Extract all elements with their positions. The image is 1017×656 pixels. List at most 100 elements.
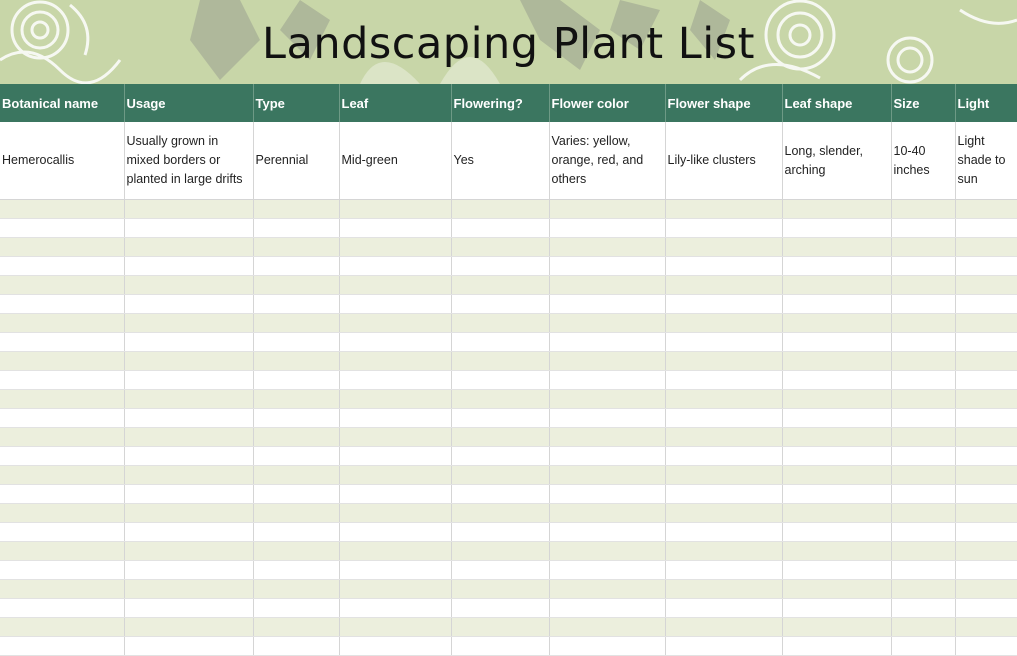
empty-table-cell[interactable] [665,484,783,504]
empty-table-cell[interactable] [124,446,254,466]
empty-table-cell[interactable] [0,579,125,599]
empty-table-cell[interactable] [549,332,666,352]
empty-table-cell[interactable] [665,427,783,447]
column-header[interactable]: Usage [124,84,254,122]
empty-table-cell[interactable] [549,313,666,333]
column-header[interactable]: Leaf [339,84,452,122]
empty-table-cell[interactable] [665,294,783,314]
empty-table-cell[interactable] [0,427,125,447]
empty-table-cell[interactable] [955,275,1017,295]
empty-table-cell[interactable] [891,218,956,238]
empty-table-cell[interactable] [0,522,125,542]
empty-table-cell[interactable] [253,636,340,656]
empty-table-cell[interactable] [0,199,125,219]
empty-table-cell[interactable] [782,541,892,561]
empty-table-cell[interactable] [665,389,783,409]
empty-table-cell[interactable] [549,218,666,238]
empty-table-cell[interactable] [339,389,452,409]
empty-table-cell[interactable] [124,408,254,428]
empty-table-cell[interactable] [339,465,452,485]
empty-table-cell[interactable] [0,560,125,580]
empty-table-cell[interactable] [782,484,892,504]
table-cell[interactable]: Long, slender, arching [782,122,892,200]
empty-table-cell[interactable] [665,218,783,238]
empty-table-cell[interactable] [253,446,340,466]
empty-table-cell[interactable] [891,370,956,390]
empty-table-cell[interactable] [339,541,452,561]
empty-table-cell[interactable] [955,579,1017,599]
empty-table-cell[interactable] [782,598,892,618]
empty-table-cell[interactable] [665,579,783,599]
empty-table-cell[interactable] [782,636,892,656]
empty-table-cell[interactable] [955,256,1017,276]
empty-table-cell[interactable] [124,332,254,352]
empty-table-cell[interactable] [665,256,783,276]
empty-table-cell[interactable] [124,617,254,637]
empty-table-cell[interactable] [0,275,125,295]
empty-table-cell[interactable] [782,446,892,466]
empty-table-cell[interactable] [124,579,254,599]
empty-table-cell[interactable] [451,294,550,314]
empty-table-cell[interactable] [782,351,892,371]
empty-table-cell[interactable] [253,598,340,618]
empty-table-cell[interactable] [0,218,125,238]
empty-table-cell[interactable] [665,617,783,637]
empty-table-cell[interactable] [549,541,666,561]
empty-table-cell[interactable] [549,522,666,542]
empty-table-cell[interactable] [253,332,340,352]
empty-table-cell[interactable] [549,370,666,390]
empty-table-cell[interactable] [782,579,892,599]
empty-table-cell[interactable] [665,332,783,352]
empty-table-cell[interactable] [124,560,254,580]
empty-table-cell[interactable] [665,275,783,295]
empty-table-cell[interactable] [124,256,254,276]
empty-table-cell[interactable] [549,579,666,599]
empty-table-cell[interactable] [253,218,340,238]
table-cell[interactable]: Varies: yellow, orange, red, and others [549,122,666,200]
empty-table-cell[interactable] [124,275,254,295]
empty-table-cell[interactable] [339,294,452,314]
empty-table-cell[interactable] [339,522,452,542]
empty-table-cell[interactable] [0,256,125,276]
empty-table-cell[interactable] [665,408,783,428]
empty-table-cell[interactable] [955,522,1017,542]
empty-table-cell[interactable] [451,389,550,409]
empty-table-cell[interactable] [782,465,892,485]
empty-table-cell[interactable] [665,351,783,371]
empty-table-cell[interactable] [0,237,125,257]
empty-table-cell[interactable] [549,389,666,409]
empty-table-cell[interactable] [124,389,254,409]
empty-table-cell[interactable] [891,560,956,580]
table-cell[interactable]: Perennial [253,122,340,200]
empty-table-cell[interactable] [891,636,956,656]
empty-table-cell[interactable] [782,522,892,542]
empty-table-cell[interactable] [451,636,550,656]
table-cell[interactable]: Lily-like clusters [665,122,783,200]
empty-table-cell[interactable] [339,446,452,466]
empty-table-cell[interactable] [253,465,340,485]
empty-table-cell[interactable] [891,332,956,352]
empty-table-cell[interactable] [782,275,892,295]
empty-table-cell[interactable] [891,503,956,523]
empty-table-cell[interactable] [665,446,783,466]
empty-table-cell[interactable] [955,370,1017,390]
empty-table-cell[interactable] [253,294,340,314]
empty-table-cell[interactable] [955,351,1017,371]
empty-table-cell[interactable] [124,522,254,542]
empty-table-cell[interactable] [549,275,666,295]
empty-table-cell[interactable] [891,446,956,466]
empty-table-cell[interactable] [891,389,956,409]
empty-table-cell[interactable] [0,484,125,504]
empty-table-cell[interactable] [339,275,452,295]
empty-table-cell[interactable] [955,199,1017,219]
empty-table-cell[interactable] [253,522,340,542]
empty-table-cell[interactable] [549,294,666,314]
empty-table-cell[interactable] [451,237,550,257]
table-cell[interactable]: Light shade to sun [955,122,1017,200]
empty-table-cell[interactable] [955,389,1017,409]
empty-table-cell[interactable] [124,598,254,618]
empty-table-cell[interactable] [253,275,340,295]
empty-table-cell[interactable] [782,370,892,390]
empty-table-cell[interactable] [339,199,452,219]
empty-table-cell[interactable] [451,522,550,542]
